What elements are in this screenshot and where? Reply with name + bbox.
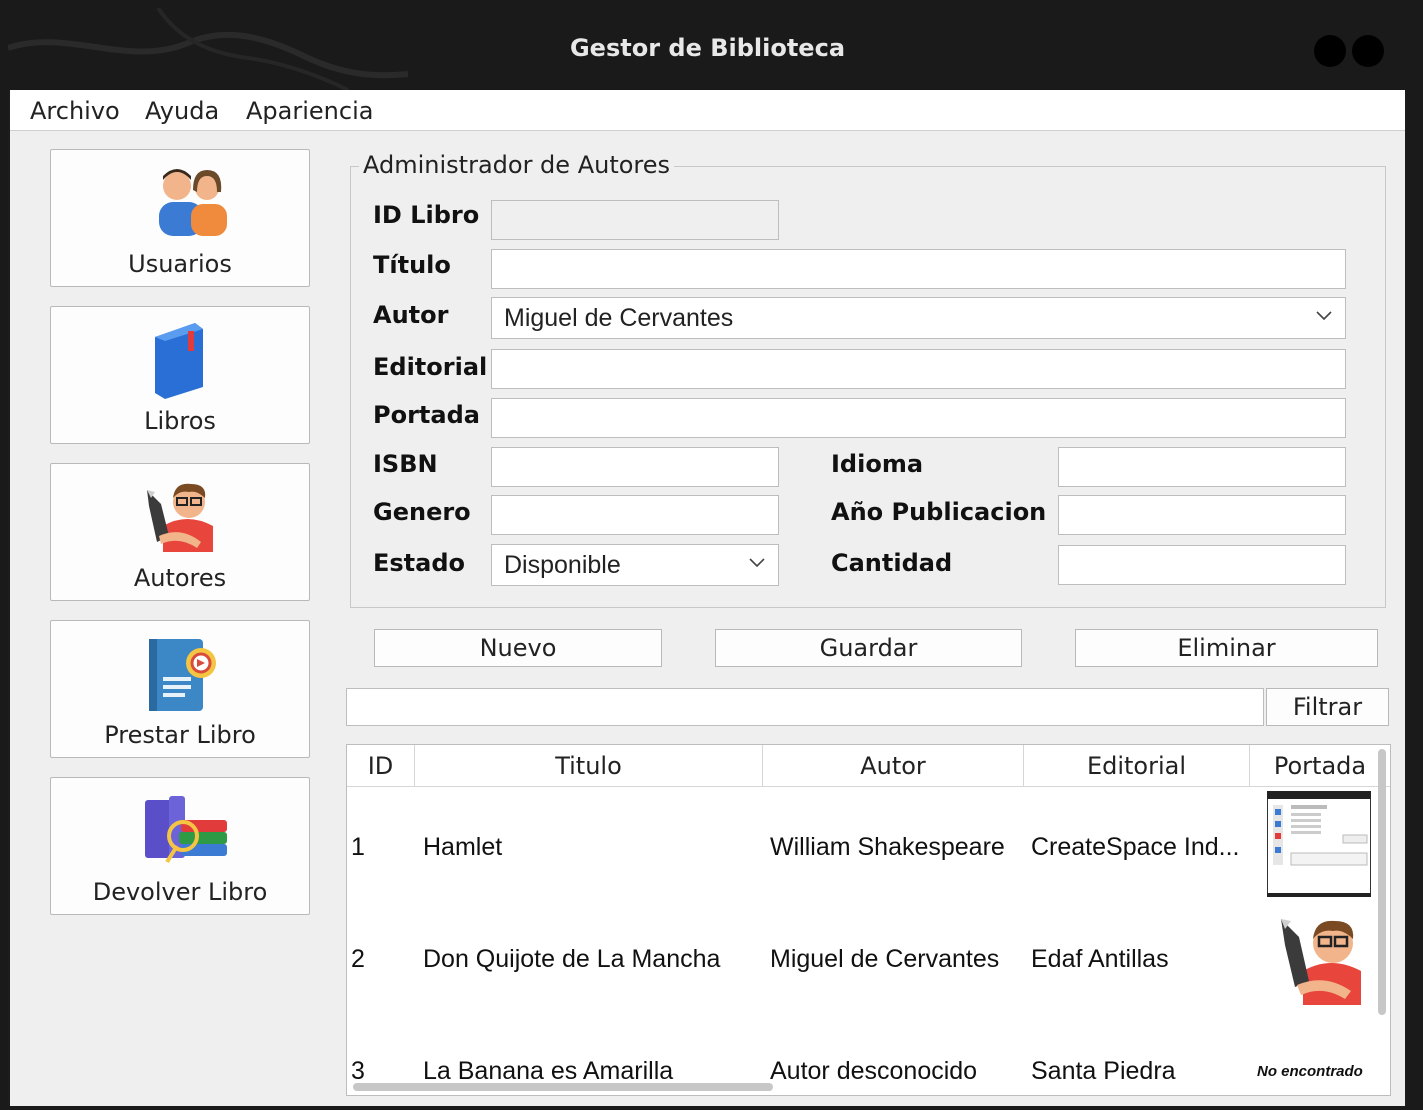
author-icon xyxy=(147,483,213,552)
filter-input[interactable] xyxy=(346,688,1264,726)
portada-field[interactable] xyxy=(491,398,1346,438)
cell-titulo: La Banana es Amarilla xyxy=(423,1057,674,1085)
usuarios-label: Usuarios xyxy=(128,250,232,278)
cell-id: 2 xyxy=(351,945,365,973)
chevron-down-icon xyxy=(1316,311,1332,321)
estado-select-value: Disponible xyxy=(504,551,621,579)
minimize-button[interactable] xyxy=(1314,35,1346,67)
autor-select-value: Miguel de Cervantes xyxy=(504,304,734,332)
cell-editorial: CreateSpace Ind... xyxy=(1031,833,1240,861)
cell-titulo: Hamlet xyxy=(423,833,503,861)
menu-ayuda[interactable]: Ayuda xyxy=(145,97,219,125)
usuarios-button[interactable]: Usuarios xyxy=(50,149,310,287)
id-libro-field xyxy=(491,200,779,240)
cantidad-field[interactable] xyxy=(1058,545,1346,585)
autores-label: Autores xyxy=(133,564,227,592)
prestar-libro-label: Prestar Libro xyxy=(104,721,256,749)
editorial-field[interactable] xyxy=(491,349,1346,389)
cover-thumbnail-screenshot xyxy=(1267,791,1371,897)
cell-portada-text: No encontrado xyxy=(1257,1063,1363,1080)
column-header-editorial[interactable]: Editorial xyxy=(1024,745,1250,787)
isbn-label: ISBN xyxy=(373,450,438,478)
cell-id: 1 xyxy=(351,833,365,861)
genero-label: Genero xyxy=(373,498,471,526)
autores-admin-group: Administrador de Autores ID Libro Título… xyxy=(350,151,1386,608)
estado-label: Estado xyxy=(373,549,466,577)
libros-label: Libros xyxy=(144,407,216,435)
cell-autor: Autor desconocido xyxy=(770,1057,978,1085)
window-title: Gestor de Biblioteca xyxy=(569,34,846,62)
nuevo-button[interactable]: Nuevo xyxy=(374,629,662,667)
cell-titulo: Don Quijote de La Mancha xyxy=(423,945,721,973)
genero-field[interactable] xyxy=(491,495,779,535)
horizontal-scrollbar[interactable] xyxy=(353,1083,773,1091)
app-window: Gestor de Biblioteca Archivo Ayuda Apari… xyxy=(8,8,1407,1106)
titulo-field[interactable] xyxy=(491,249,1346,289)
isbn-field[interactable] xyxy=(491,447,779,487)
anio-publicacion-field[interactable] xyxy=(1058,495,1346,535)
menu-bar: Archivo Ayuda Apariencia xyxy=(10,90,1405,131)
title-bar[interactable]: Gestor de Biblioteca xyxy=(8,8,1407,90)
filtrar-button[interactable]: Filtrar xyxy=(1266,688,1389,726)
return-book-icon xyxy=(145,796,227,864)
users-icon xyxy=(159,169,227,236)
cell-autor: Miguel de Cervantes xyxy=(770,945,1000,973)
menu-apariencia[interactable]: Apariencia xyxy=(246,97,373,125)
guardar-button[interactable]: Guardar xyxy=(715,629,1022,667)
portada-label: Portada xyxy=(373,401,480,429)
prestar-libro-button[interactable]: Prestar Libro xyxy=(50,620,310,758)
autor-label: Autor xyxy=(373,301,449,329)
devolver-libro-label: Devolver Libro xyxy=(92,878,268,906)
menu-archivo[interactable]: Archivo xyxy=(30,97,120,125)
vertical-scrollbar[interactable] xyxy=(1378,749,1386,1015)
book-icon xyxy=(155,323,203,399)
column-header-portada[interactable]: Portada xyxy=(1250,745,1390,787)
libros-button[interactable]: Libros xyxy=(50,306,310,444)
autores-button[interactable]: Autores xyxy=(50,463,310,601)
group-title: Administrador de Autores xyxy=(359,151,675,179)
main-content: Usuarios Libros Autores Prestar Libro De… xyxy=(10,131,1405,1106)
cell-editorial: Santa Piedra xyxy=(1031,1057,1176,1085)
editorial-label: Editorial xyxy=(373,353,488,381)
titulo-label: Título xyxy=(373,251,451,279)
cell-autor: William Shakespeare xyxy=(770,833,1005,861)
lend-book-icon xyxy=(149,639,216,711)
column-header-autor[interactable]: Autor xyxy=(763,745,1024,787)
cell-id: 3 xyxy=(351,1057,365,1085)
id-libro-label: ID Libro xyxy=(373,201,480,229)
anio-publicacion-label: Año Publicacion xyxy=(831,498,1047,526)
books-table[interactable]: ID Titulo Autor Editorial Portada 1 Haml… xyxy=(346,744,1391,1096)
estado-select[interactable]: Disponible xyxy=(491,544,779,586)
idioma-label: Idioma xyxy=(831,450,924,478)
column-header-titulo[interactable]: Titulo xyxy=(415,745,763,787)
author-icon xyxy=(1281,919,1361,1005)
eliminar-button[interactable]: Eliminar xyxy=(1075,629,1378,667)
devolver-libro-button[interactable]: Devolver Libro xyxy=(50,777,310,915)
cantidad-label: Cantidad xyxy=(831,549,953,577)
idioma-field[interactable] xyxy=(1058,447,1346,487)
column-header-id[interactable]: ID xyxy=(347,745,415,787)
autor-select[interactable]: Miguel de Cervantes xyxy=(491,297,1346,339)
close-button[interactable] xyxy=(1352,35,1384,67)
chevron-down-icon xyxy=(749,558,765,568)
cell-editorial: Edaf Antillas xyxy=(1031,945,1169,973)
